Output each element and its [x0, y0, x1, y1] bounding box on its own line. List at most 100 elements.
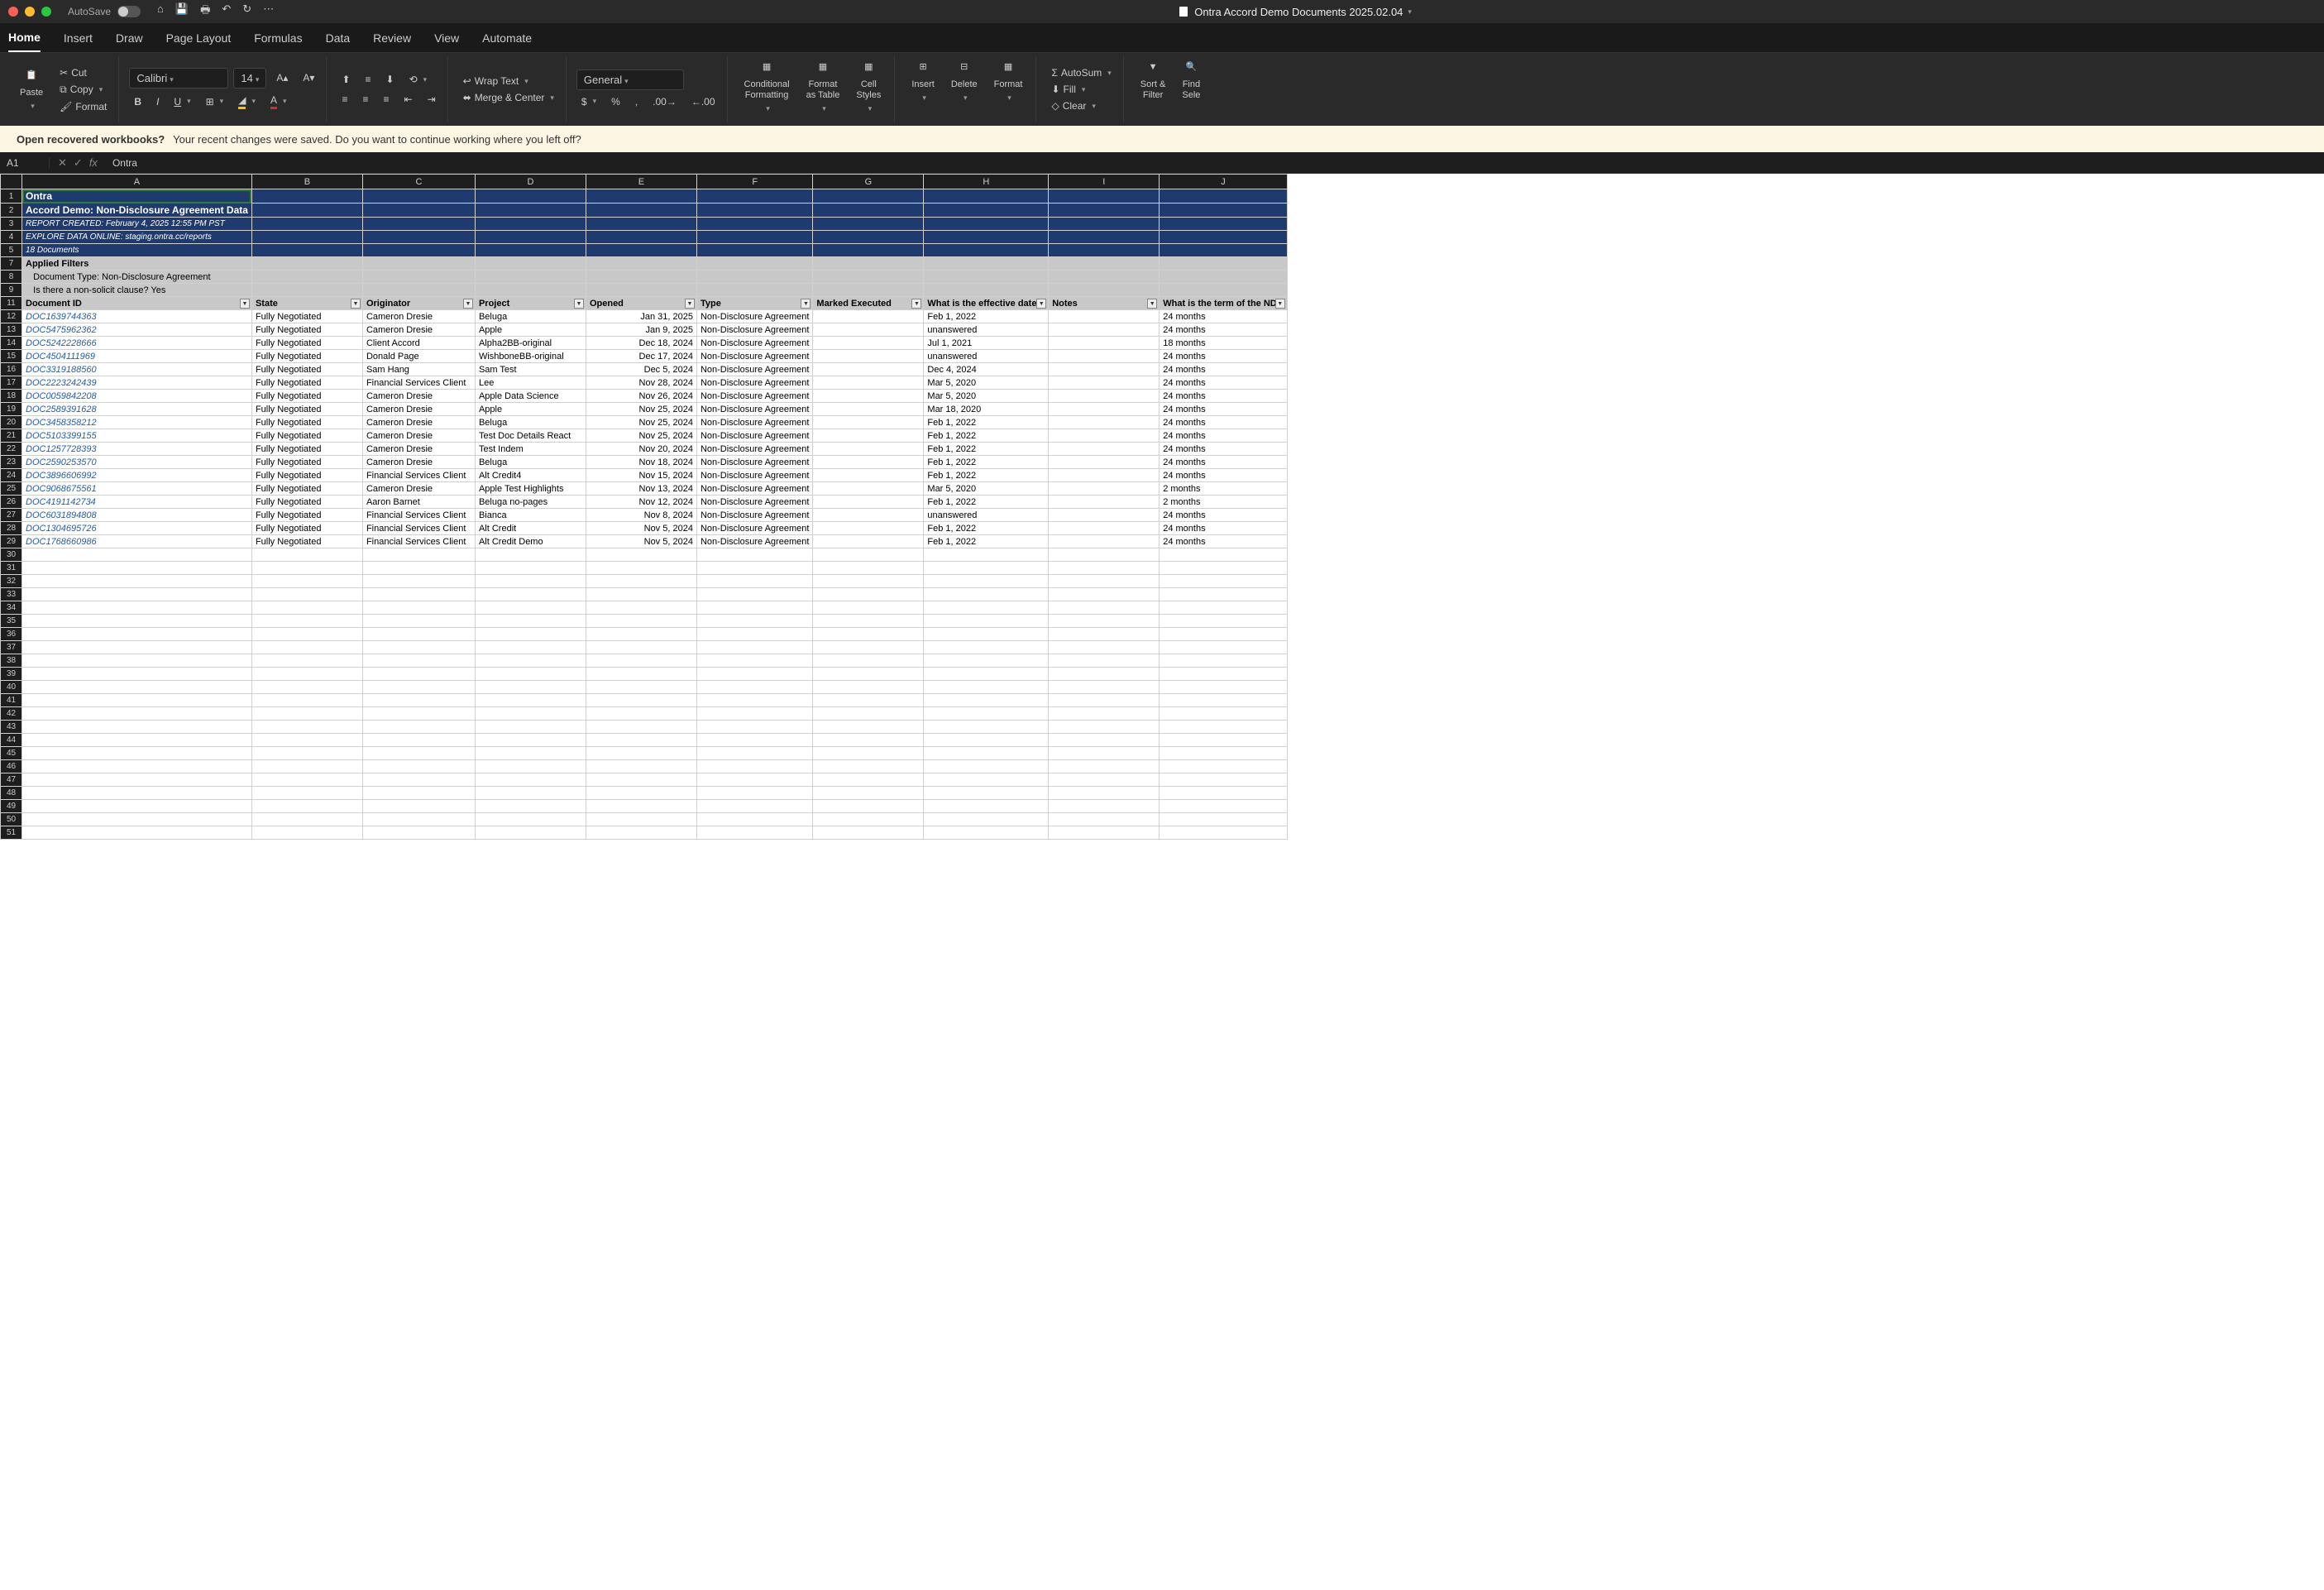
- cell[interactable]: [1049, 628, 1160, 641]
- cell[interactable]: Mar 5, 2020: [924, 390, 1049, 403]
- cell[interactable]: [696, 694, 812, 707]
- cell[interactable]: [813, 376, 924, 390]
- cell[interactable]: [475, 813, 586, 826]
- cell[interactable]: [1049, 681, 1160, 694]
- cell[interactable]: 24 months: [1160, 416, 1287, 429]
- cell[interactable]: 24 months: [1160, 469, 1287, 482]
- bold-button[interactable]: B: [129, 93, 146, 110]
- cell[interactable]: 24 months: [1160, 456, 1287, 469]
- cell[interactable]: Dec 5, 2024: [586, 363, 696, 376]
- cell[interactable]: [696, 257, 812, 271]
- cell[interactable]: Jul 1, 2021: [924, 337, 1049, 350]
- row-header-36[interactable]: 36: [1, 628, 22, 641]
- cell[interactable]: [813, 826, 924, 840]
- cell[interactable]: [251, 773, 362, 787]
- cell[interactable]: Opened▼: [586, 297, 696, 310]
- cell[interactable]: [924, 615, 1049, 628]
- cell[interactable]: [362, 813, 475, 826]
- number-format-select[interactable]: General: [576, 69, 684, 90]
- tab-data[interactable]: Data: [326, 25, 351, 51]
- cell[interactable]: Non-Disclosure Agreement: [696, 416, 812, 429]
- cell[interactable]: [1049, 813, 1160, 826]
- cell[interactable]: [586, 575, 696, 588]
- cell[interactable]: Beluga: [475, 310, 586, 323]
- cell[interactable]: [813, 747, 924, 760]
- minimize-window-icon[interactable]: [25, 7, 35, 17]
- cell[interactable]: [1049, 271, 1160, 284]
- cell[interactable]: Non-Disclosure Agreement: [696, 522, 812, 535]
- cell[interactable]: 24 months: [1160, 363, 1287, 376]
- cell[interactable]: Cameron Dresie: [362, 456, 475, 469]
- cell[interactable]: [1160, 204, 1287, 218]
- cell[interactable]: Financial Services Client: [362, 376, 475, 390]
- cell[interactable]: [22, 787, 252, 800]
- cell[interactable]: [251, 601, 362, 615]
- cell[interactable]: DOC4191142734: [22, 496, 252, 509]
- cell[interactable]: [813, 694, 924, 707]
- cell[interactable]: [1160, 734, 1287, 747]
- cell[interactable]: Non-Disclosure Agreement: [696, 350, 812, 363]
- cell[interactable]: [696, 284, 812, 297]
- cell[interactable]: [813, 218, 924, 231]
- cell[interactable]: [362, 257, 475, 271]
- filter-dropdown-icon[interactable]: ▼: [1275, 299, 1285, 309]
- cell[interactable]: [924, 694, 1049, 707]
- cell[interactable]: [924, 800, 1049, 813]
- cell[interactable]: [22, 562, 252, 575]
- row-header-48[interactable]: 48: [1, 787, 22, 800]
- cell[interactable]: [696, 773, 812, 787]
- cell[interactable]: [813, 429, 924, 443]
- cell[interactable]: [1049, 257, 1160, 271]
- row-header-7[interactable]: 7: [1, 257, 22, 271]
- cell[interactable]: [924, 813, 1049, 826]
- cell[interactable]: DOC3458358212: [22, 416, 252, 429]
- cell[interactable]: [924, 654, 1049, 668]
- cell[interactable]: [1160, 284, 1287, 297]
- cell[interactable]: [362, 734, 475, 747]
- col-header-J[interactable]: J: [1160, 175, 1287, 189]
- cell[interactable]: Non-Disclosure Agreement: [696, 403, 812, 416]
- cell[interactable]: [924, 760, 1049, 773]
- insert-cells-button[interactable]: ⊞ Insert: [905, 56, 941, 122]
- cell[interactable]: [475, 800, 586, 813]
- cell[interactable]: [22, 654, 252, 668]
- row-header-18[interactable]: 18: [1, 390, 22, 403]
- cell[interactable]: [1049, 323, 1160, 337]
- cell[interactable]: [813, 668, 924, 681]
- cell[interactable]: [475, 231, 586, 244]
- cell[interactable]: [362, 747, 475, 760]
- cell[interactable]: [813, 469, 924, 482]
- cell[interactable]: 24 months: [1160, 522, 1287, 535]
- cell[interactable]: [586, 800, 696, 813]
- cell[interactable]: [362, 721, 475, 734]
- print-icon[interactable]: 🖶: [200, 2, 210, 21]
- cell[interactable]: [813, 721, 924, 734]
- cell[interactable]: Nov 5, 2024: [586, 522, 696, 535]
- cell[interactable]: [1049, 601, 1160, 615]
- cell[interactable]: [1160, 668, 1287, 681]
- underline-button[interactable]: U: [169, 93, 195, 110]
- cell[interactable]: 24 months: [1160, 429, 1287, 443]
- wrap-text-button[interactable]: ↩Wrap Text: [458, 73, 559, 89]
- row-header-34[interactable]: 34: [1, 601, 22, 615]
- cell[interactable]: [586, 694, 696, 707]
- cell[interactable]: [924, 271, 1049, 284]
- cell[interactable]: [362, 668, 475, 681]
- filter-dropdown-icon[interactable]: ▼: [463, 299, 473, 309]
- increase-font-button[interactable]: A▴: [271, 69, 293, 86]
- cell[interactable]: Non-Disclosure Agreement: [696, 337, 812, 350]
- cell[interactable]: [1049, 760, 1160, 773]
- cell[interactable]: DOC5103399155: [22, 429, 252, 443]
- cell[interactable]: [1160, 800, 1287, 813]
- cell[interactable]: [1160, 257, 1287, 271]
- cell[interactable]: [251, 694, 362, 707]
- cell[interactable]: [586, 773, 696, 787]
- cell[interactable]: [1049, 443, 1160, 456]
- tab-automate[interactable]: Automate: [482, 25, 532, 51]
- cell[interactable]: [22, 800, 252, 813]
- cell[interactable]: [813, 310, 924, 323]
- cell[interactable]: [475, 588, 586, 601]
- row-header-14[interactable]: 14: [1, 337, 22, 350]
- cell[interactable]: Fully Negotiated: [251, 469, 362, 482]
- cell[interactable]: [22, 707, 252, 721]
